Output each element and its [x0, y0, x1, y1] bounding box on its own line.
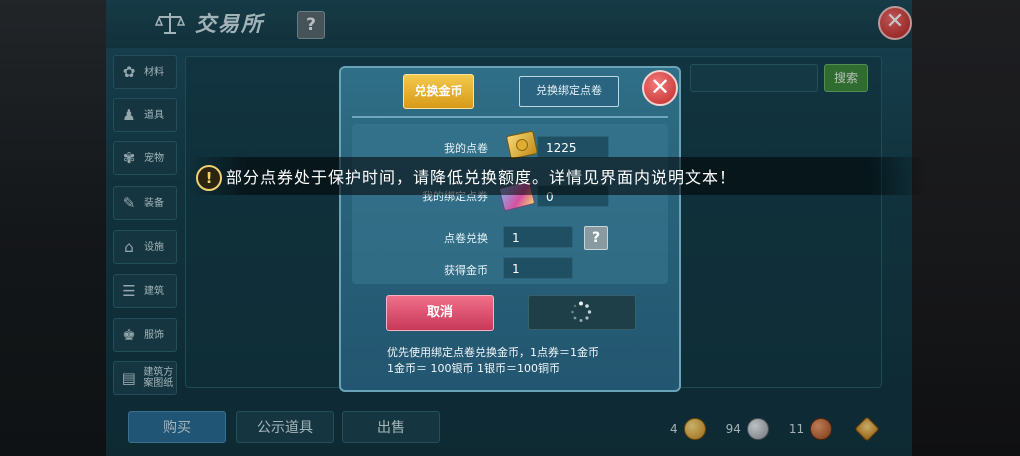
- tab-exchange-bound-points[interactable]: 兑换绑定点卷: [519, 76, 619, 107]
- cancel-button[interactable]: 取消: [386, 295, 494, 331]
- exchange-amount-label: 点卷兑换: [444, 232, 488, 245]
- my-points-label: 我的点卷: [444, 142, 488, 155]
- exchange-help-button[interactable]: ?: [584, 226, 608, 250]
- notice-text: 部分点券处于保护时间，请降低兑换额度。详情见界面内说明文本！: [226, 168, 737, 187]
- footnote-line-2: 1金币＝ 100银币 1银币＝100铜币: [387, 362, 560, 375]
- gain-gold-label: 获得金币: [444, 264, 488, 277]
- gain-gold-value: 1: [503, 257, 573, 279]
- exchange-amount-input[interactable]: 1: [503, 226, 573, 248]
- dialog-close-button[interactable]: ✕: [642, 70, 678, 106]
- loading-spinner-icon: [571, 301, 592, 322]
- my-points-value: 1225: [537, 136, 609, 158]
- footnote-line-1: 优先使用绑定点卷兑换金币，1点券＝1金币: [387, 346, 599, 359]
- dialog-divider: [352, 116, 668, 118]
- warning-icon: !: [196, 165, 222, 191]
- tab-exchange-gold[interactable]: 兑换金币: [403, 74, 474, 109]
